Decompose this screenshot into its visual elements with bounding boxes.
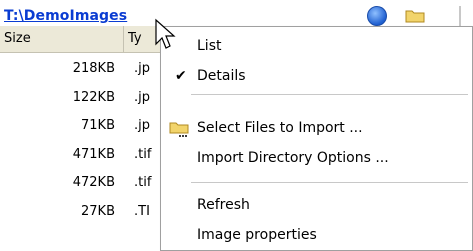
menu-item-label: Refresh — [197, 197, 250, 213]
context-menu: List ✔ Details Select Files to Import ..… — [160, 26, 473, 251]
row-type: .tif — [134, 146, 152, 162]
path-link[interactable]: T:\DemoImages — [4, 8, 127, 24]
row-size: 218KB — [72, 61, 115, 76]
menu-item-label: Image properties — [197, 227, 317, 243]
menu-separator — [191, 94, 468, 95]
row-type: .jp — [134, 61, 150, 76]
top-toolbar — [363, 4, 473, 28]
row-size: 471KB — [72, 146, 115, 162]
row-type: .jp — [134, 118, 150, 133]
menu-item-image-properties[interactable]: Image properties — [161, 222, 472, 248]
menu-item-import-directory[interactable]: Import Directory Options ... — [161, 145, 472, 171]
checkmark-icon: ✔ — [175, 68, 187, 84]
menu-item-label: Select Files to Import ... — [197, 120, 363, 136]
pane-separator[interactable] — [459, 6, 461, 28]
menu-item-select-files[interactable]: Select Files to Import ... — [161, 115, 472, 141]
row-size: 71KB — [81, 118, 115, 133]
navigation-icon[interactable] — [367, 6, 387, 26]
row-size: 472KB — [72, 175, 115, 190]
column-size[interactable]: Size — [0, 26, 124, 52]
row-size: 122KB — [72, 89, 115, 105]
folder-icon[interactable] — [405, 8, 425, 23]
menu-separator — [191, 182, 468, 183]
row-type: .tif — [134, 175, 152, 190]
row-type: .TI — [134, 203, 150, 219]
row-size: 27KB — [81, 203, 115, 219]
menu-item-refresh[interactable]: Refresh — [161, 192, 472, 218]
menu-item-label: Import Directory Options ... — [197, 150, 389, 166]
menu-item-details[interactable]: ✔ Details — [161, 63, 472, 89]
menu-item-label: List — [197, 38, 222, 54]
row-type: .jp — [134, 89, 150, 105]
folder-icon — [169, 122, 189, 137]
cursor-icon — [155, 18, 176, 49]
menu-item-list[interactable]: List — [161, 33, 472, 59]
menu-item-label: Details — [197, 68, 246, 84]
